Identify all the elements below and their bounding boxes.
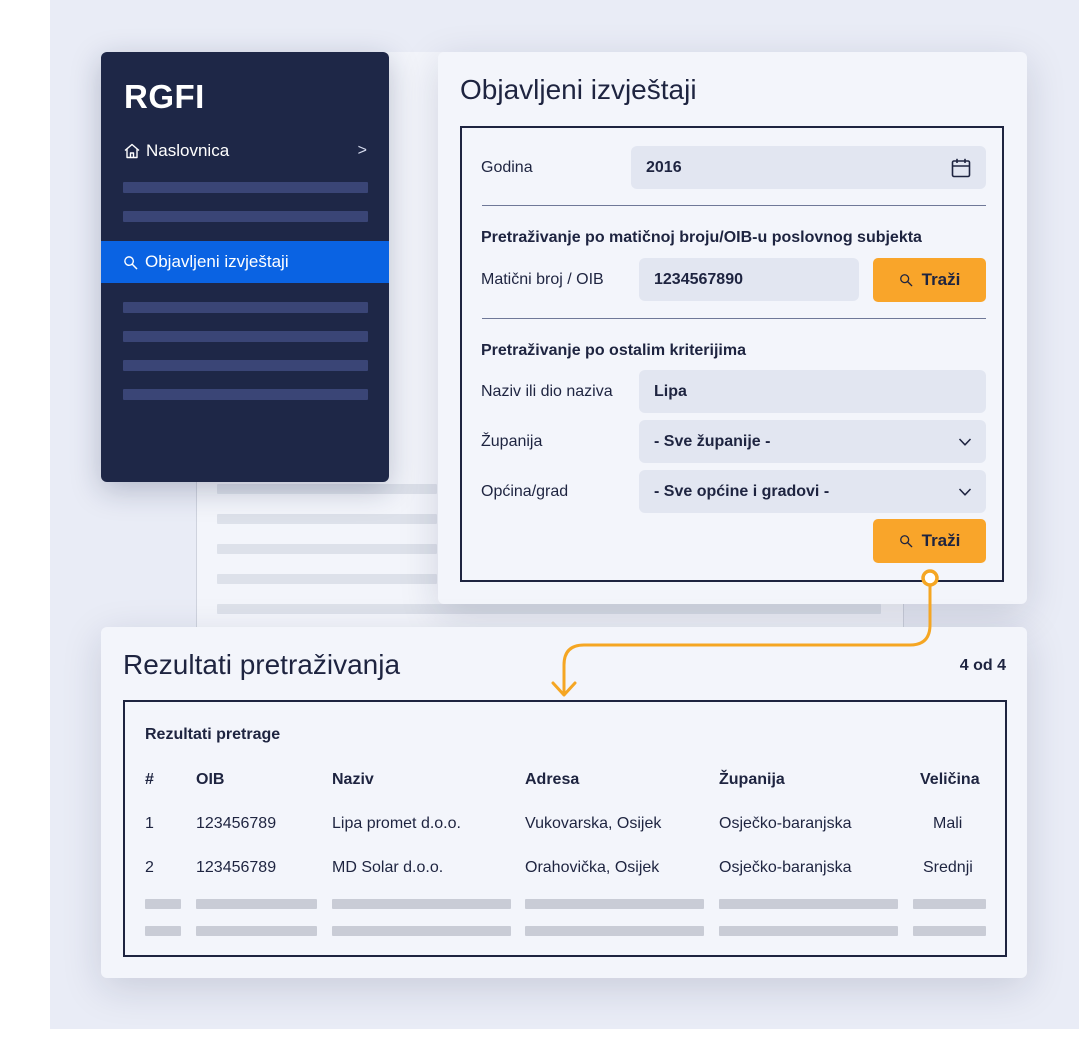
- cell-number: 1: [145, 815, 154, 832]
- results-title: Rezultati pretraživanja: [123, 649, 401, 680]
- table-caption: Rezultati pretrage: [145, 726, 281, 743]
- cell-oib: 123456789: [196, 815, 277, 832]
- column-header-size[interactable]: Veličina: [920, 771, 980, 789]
- city-select[interactable]: - Sve općine i gradovi -: [639, 470, 986, 513]
- cell-name: Lipa promet d.o.o.: [332, 815, 461, 832]
- column-header-name[interactable]: Naziv: [332, 771, 374, 789]
- cell-oib: 123456789: [196, 859, 277, 876]
- sidebar: RGFI Naslovnica > Objavljeni izvještaji: [101, 52, 389, 482]
- sidebar-placeholder: [123, 389, 368, 400]
- search-icon: [899, 535, 913, 548]
- section-title-other: Pretraživanje po ostalim kriterijima: [481, 342, 746, 359]
- year-value: 2016: [646, 158, 682, 176]
- divider: [482, 205, 986, 206]
- sidebar-placeholder: [123, 331, 368, 342]
- column-header-number[interactable]: #: [145, 771, 154, 789]
- name-value: Lipa: [654, 382, 687, 400]
- doc-line: [217, 514, 437, 524]
- cell-number: 2: [145, 859, 154, 876]
- cell-address: Orahovička, Osijek: [525, 859, 660, 876]
- cell-county: Osječko-baranjska: [719, 859, 852, 876]
- search-form: Godina 2016 Pretraživanje po matičnoj br…: [460, 126, 1004, 582]
- brand-logo: RGFI: [124, 78, 205, 115]
- search-card: Objavljeni izvještaji Godina 2016 Pretra…: [438, 52, 1027, 604]
- search-oib-button[interactable]: Traži: [873, 258, 986, 302]
- cell-address: Vukovarska, Osijek: [525, 815, 662, 832]
- cell-county: Osječko-baranjska: [719, 815, 852, 832]
- search-icon: [124, 255, 138, 269]
- sidebar-placeholder: [123, 182, 368, 193]
- chevron-right-icon: >: [357, 142, 367, 159]
- city-value: - Sve općine i gradovi -: [654, 482, 830, 500]
- cell-size: Srednji: [923, 859, 973, 876]
- button-label: Traži: [921, 531, 961, 550]
- sidebar-placeholder: [123, 360, 368, 371]
- chevron-down-icon: [958, 487, 972, 496]
- cell-name: MD Solar d.o.o.: [332, 859, 444, 876]
- column-header-oib[interactable]: OIB: [196, 771, 224, 789]
- sidebar-item-label: Naslovnica: [146, 141, 230, 160]
- county-select[interactable]: - Sve županije -: [639, 420, 986, 463]
- search-icon: [899, 274, 913, 287]
- name-label: Naziv ili dio naziva: [481, 383, 613, 400]
- doc-line: [217, 544, 437, 554]
- oib-label: Matični broj / OIB: [481, 271, 604, 288]
- county-value: - Sve županije -: [654, 432, 771, 450]
- results-count: 4 od 4: [959, 657, 1006, 674]
- doc-line: [217, 484, 437, 494]
- results-table: Rezultati pretrage # OIB Naziv Adresa Žu…: [123, 700, 1007, 957]
- sidebar-placeholder: [123, 211, 368, 222]
- cell-size: Mali: [933, 815, 963, 832]
- chevron-down-icon: [958, 437, 972, 446]
- section-title-oib: Pretraživanje po matičnoj broju/OIB-u po…: [481, 229, 922, 246]
- sidebar-item-home[interactable]: Naslovnica >: [123, 138, 367, 164]
- sidebar-item-label: Objavljeni izvještaji: [145, 252, 289, 271]
- divider: [482, 318, 986, 319]
- county-label: Županija: [481, 433, 543, 450]
- column-header-address[interactable]: Adresa: [525, 771, 579, 789]
- home-icon: [124, 143, 140, 159]
- sidebar-placeholder: [123, 302, 368, 313]
- oib-input[interactable]: 1234567890: [639, 258, 859, 301]
- results-card: Rezultati pretraživanja 4 od 4 Rezultati…: [101, 627, 1027, 978]
- column-header-county[interactable]: Županija: [719, 771, 785, 789]
- doc-line: [217, 574, 437, 584]
- doc-line: [217, 604, 881, 614]
- year-label: Godina: [481, 159, 533, 176]
- city-label: Općina/grad: [481, 483, 569, 500]
- calendar-icon[interactable]: [950, 157, 972, 179]
- oib-value: 1234567890: [654, 270, 743, 288]
- page-title: Objavljeni izvještaji: [460, 74, 697, 105]
- search-criteria-button[interactable]: Traži: [873, 519, 986, 563]
- year-field[interactable]: 2016: [631, 146, 986, 189]
- button-label: Traži: [921, 270, 961, 289]
- sidebar-item-published-reports[interactable]: Objavljeni izvještaji: [101, 241, 389, 283]
- name-input[interactable]: Lipa: [639, 370, 986, 413]
